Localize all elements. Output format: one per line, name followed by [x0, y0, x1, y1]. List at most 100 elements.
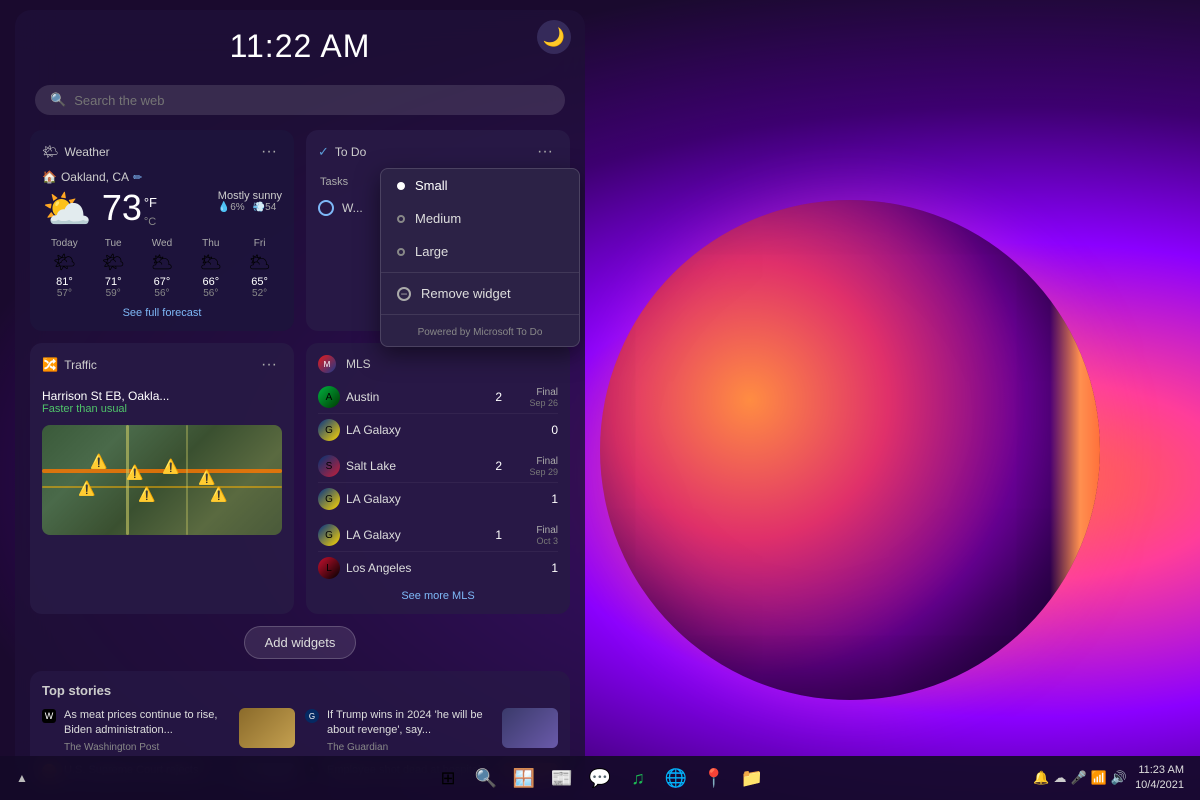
story-source-1: The Washington Post: [64, 742, 231, 753]
wifi-icon[interactable]: 📶: [1091, 770, 1107, 786]
mls-game-row-away-2: G LA Galaxy 1: [318, 483, 558, 515]
search-taskbar-button[interactable]: 🔍: [470, 762, 502, 794]
weather-temp-block: 73 °F °C: [102, 190, 208, 230]
traffic-warning-7: ⚠️: [210, 486, 227, 503]
taskbar-right: 🔔 ☁ 🎤 📶 🔊 11:23 AM 10/4/2021: [1033, 763, 1184, 794]
story-title-1: As meat prices continue to rise, Biden a…: [64, 708, 231, 739]
see-more-mls-link[interactable]: See more MLS: [318, 590, 558, 602]
temp-unit-c[interactable]: °C: [144, 216, 156, 228]
search-icon: 🔍: [50, 92, 66, 108]
story-item-1[interactable]: W As meat prices continue to rise, Biden…: [42, 708, 295, 753]
game-result-3: Final Oct 3: [508, 525, 558, 546]
todo-title: To Do: [335, 145, 366, 159]
mls-match-2: S Salt Lake 2 Final Sep 29 G LA Galaxy 1: [318, 450, 558, 515]
edge-button[interactable]: 🌐: [660, 762, 692, 794]
home-score-2: 2: [482, 459, 502, 473]
traffic-widget: 🔀 Traffic ··· Harrison St EB, Oakla... F…: [30, 343, 294, 614]
temp-unit-f[interactable]: °F: [144, 195, 157, 210]
mls-title: MLS: [346, 357, 371, 371]
mls-widget-header: M MLS: [318, 355, 558, 373]
weather-forecast: Today 🌤 81° 57° Tue 🌤 71° 59° Wed 🌥 67° …: [42, 238, 282, 299]
away-score-2: 1: [538, 492, 558, 506]
weather-icon: 🌤: [42, 144, 59, 160]
mls-widget: M MLS A Austin 2 Final Sep 26 G LA G: [306, 343, 570, 614]
forecast-day-wed: Wed 🌥 67° 56°: [140, 238, 185, 299]
menu-item-medium[interactable]: Medium: [381, 202, 579, 235]
weather-temperature: 73: [102, 190, 142, 226]
traffic-icon: 🔀: [42, 357, 58, 373]
todo-context-menu: Small Medium Large Remove widget Powered…: [380, 168, 580, 347]
taskbar-clock[interactable]: 11:23 AM 10/4/2021: [1135, 763, 1184, 794]
weather-widget-header: 🌤 Weather ···: [42, 142, 282, 162]
remove-widget-icon: [397, 287, 411, 301]
volume-icon[interactable]: 🔊: [1111, 770, 1127, 786]
weather-condition-icon: ⛅: [42, 190, 92, 230]
files-button[interactable]: 📁: [736, 762, 768, 794]
story-text-2: If Trump wins in 2024 'he will be about …: [327, 708, 494, 753]
location-home-icon: 🏠: [42, 170, 57, 184]
planet-graphic: [600, 200, 1100, 700]
weather-description-block: Mostly sunny 💧6% 💨54: [218, 190, 282, 213]
lagalaxy-logo-3: G: [318, 524, 340, 546]
forecast-day-fri: Fri 🌥 65° 52°: [237, 238, 282, 299]
traffic-widget-header: 🔀 Traffic ···: [42, 355, 282, 375]
forecast-day-tue: Tue 🌤 71° 59°: [91, 238, 136, 299]
traffic-map[interactable]: ⚠️ ⚠️ ⚠️ ⚠️ ⚠️ ⚠️ ⚠️: [42, 425, 282, 535]
edit-icon[interactable]: ✏: [133, 171, 142, 184]
mls-match-1: A Austin 2 Final Sep 26 G LA Galaxy 0: [318, 381, 558, 446]
story-title-2: If Trump wins in 2024 'he will be about …: [327, 708, 494, 739]
weather-title-row: 🌤 Weather: [42, 144, 110, 160]
story-item-2[interactable]: G If Trump wins in 2024 'he will be abou…: [305, 708, 558, 753]
mls-game-row-home-3: G LA Galaxy 1 Final Oct 3: [318, 519, 558, 552]
traffic-title: Traffic: [64, 358, 97, 372]
home-score-1: 2: [482, 390, 502, 404]
mic-icon[interactable]: 🎤: [1071, 770, 1087, 786]
traffic-more-button[interactable]: ···: [256, 355, 282, 375]
menu-item-small[interactable]: Small: [381, 169, 579, 202]
onedrive-icon[interactable]: ☁: [1054, 770, 1067, 786]
system-tray-icons: 🔔 ☁ 🎤 📶 🔊: [1033, 770, 1127, 786]
mls-title-row: M MLS: [318, 355, 371, 373]
widgets-panel: 🌙 11:22 AM 🔍 🌤 Weather ··· 🏠 Oakland, CA…: [15, 10, 585, 780]
lagalaxy-logo-2: G: [318, 488, 340, 510]
home-team-3: LA Galaxy: [346, 528, 476, 542]
away-team-2: LA Galaxy: [346, 492, 532, 506]
spotify-button[interactable]: ♫: [622, 762, 654, 794]
austin-logo: A: [318, 386, 340, 408]
weather-main: ⛅ 73 °F °C Mostly sunny 💧6%: [42, 190, 282, 230]
menu-item-large[interactable]: Large: [381, 235, 579, 268]
traffic-warning-3: ⚠️: [162, 458, 179, 475]
losangeles-logo: L: [318, 557, 340, 579]
start-button[interactable]: ⊞: [432, 762, 464, 794]
search-bar[interactable]: 🔍: [35, 85, 565, 115]
todo-more-button[interactable]: ···: [532, 142, 558, 162]
add-widgets-button[interactable]: Add widgets: [244, 626, 357, 659]
todo-checkbox[interactable]: [318, 200, 334, 216]
maps-button[interactable]: 📍: [698, 762, 730, 794]
task-view-button[interactable]: 🪟: [508, 762, 540, 794]
traffic-street: Harrison St EB, Oakla...: [42, 389, 282, 403]
todo-title-row: ✓ To Do: [318, 144, 366, 160]
todo-widget: ✓ To Do ··· Tasks W... Small: [306, 130, 570, 331]
mls-game-row-away-1: G LA Galaxy 0: [318, 414, 558, 446]
weather-more-button[interactable]: ···: [256, 142, 282, 162]
radio-unselected-icon: [397, 248, 405, 256]
see-full-forecast-link[interactable]: See full forecast: [42, 307, 282, 319]
traffic-warning-6: ⚠️: [138, 486, 155, 503]
widgets-taskbar-button[interactable]: 📰: [546, 762, 578, 794]
game-result-1: Final Sep 26: [508, 387, 558, 408]
search-input[interactable]: [74, 93, 550, 108]
game-result-2: Final Sep 29: [508, 456, 558, 477]
chevron-up-icon[interactable]: ▲: [16, 771, 28, 785]
forecast-day-today: Today 🌤 81° 57°: [42, 238, 87, 299]
tasks-label: Tasks: [318, 176, 348, 188]
menu-item-remove-widget[interactable]: Remove widget: [381, 277, 579, 310]
moon-button[interactable]: 🌙: [537, 20, 571, 54]
teams-button[interactable]: 💬: [584, 762, 616, 794]
traffic-warning-2: ⚠️: [126, 464, 143, 481]
todo-icon: ✓: [318, 144, 329, 160]
notifications-icon[interactable]: 🔔: [1033, 770, 1049, 786]
away-team-1: LA Galaxy: [346, 423, 532, 437]
mls-match-3: G LA Galaxy 1 Final Oct 3 L Los Angeles …: [318, 519, 558, 584]
clock-display: 11:22 AM: [35, 28, 565, 65]
